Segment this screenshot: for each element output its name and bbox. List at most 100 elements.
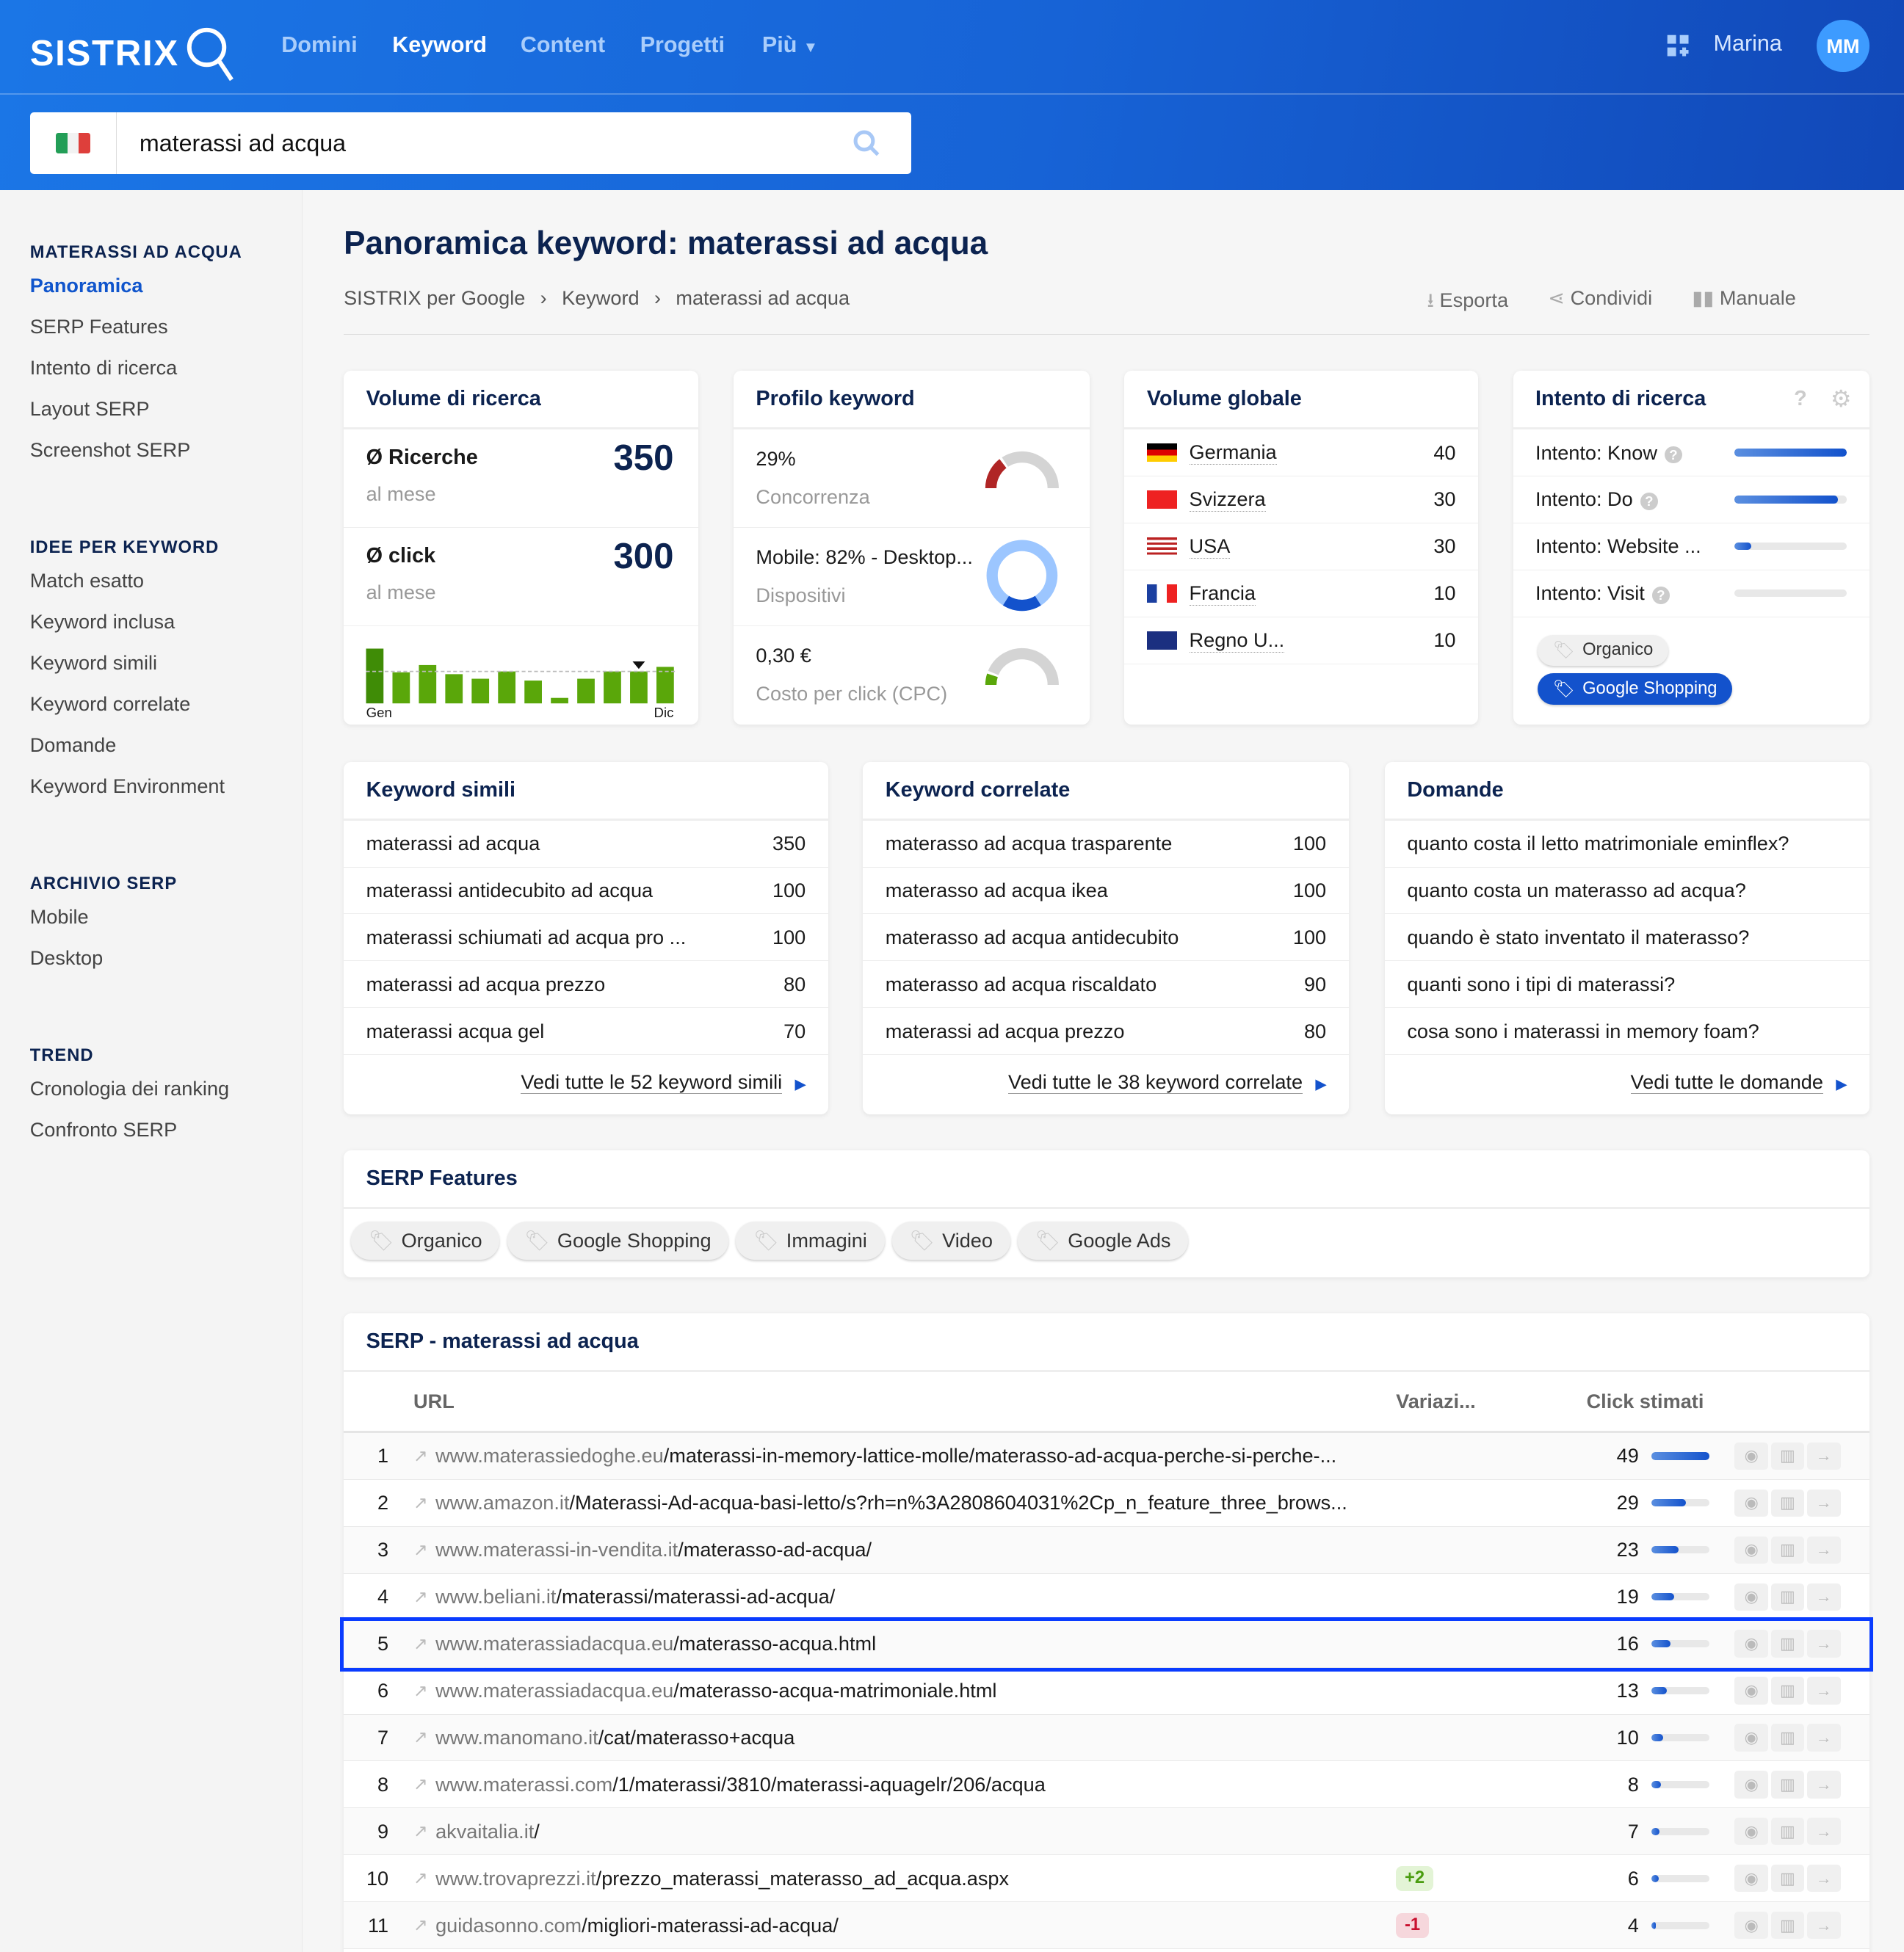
serp-row[interactable]: 6 ↗ www.materassiadacqua.eu/materasso-ac…: [344, 1668, 1869, 1715]
chart-icon[interactable]: ▥: [1770, 1630, 1805, 1658]
list-item[interactable]: quanto costa il letto matrimoniale eminf…: [1384, 821, 1869, 868]
eye-icon[interactable]: ◉: [1734, 1677, 1769, 1705]
nav-domini[interactable]: Domini: [281, 32, 357, 58]
search-input[interactable]: [117, 129, 852, 157]
volume-bar[interactable]: [551, 697, 569, 704]
see-all-link[interactable]: Vedi tutte le 38 keyword correlate ▶: [863, 1055, 1348, 1109]
serp-feature-chip[interactable]: 🏷︎ Organico: [351, 1221, 500, 1260]
list-item[interactable]: materasso ad acqua riscaldato 90: [863, 961, 1349, 1009]
result-url[interactable]: www.materassi-in-vendita.it/materasso-ad…: [435, 1538, 872, 1561]
result-url[interactable]: www.materassiadacqua.eu/materasso-acqua-…: [435, 1679, 996, 1702]
volume-bar[interactable]: [604, 671, 621, 704]
arrow-right-icon[interactable]: →: [1806, 1771, 1841, 1799]
external-link-icon[interactable]: ↗: [413, 1445, 428, 1467]
sidebar-item[interactable]: Layout SERP: [30, 397, 150, 421]
apps-grid-icon[interactable]: [1666, 34, 1691, 59]
nav-keyword[interactable]: Keyword: [392, 32, 487, 58]
eye-icon[interactable]: ◉: [1734, 1771, 1769, 1799]
column-url[interactable]: URL: [413, 1390, 455, 1413]
export-button[interactable]: ⭳ Esporta: [1427, 286, 1509, 320]
eye-icon[interactable]: ◉: [1734, 1630, 1769, 1658]
result-url[interactable]: www.amazon.it/Materassi-Ad-acqua-basi-le…: [435, 1491, 1347, 1514]
country-row[interactable]: Francia 10: [1124, 570, 1479, 617]
list-item[interactable]: materassi schiumati ad acqua pro ... 100: [344, 914, 828, 962]
volume-bar[interactable]: [630, 671, 648, 704]
serp-feature-chip[interactable]: 🏷︎ Google Shopping: [507, 1221, 729, 1260]
result-url[interactable]: akvaitalia.it/: [435, 1820, 540, 1843]
arrow-right-icon[interactable]: →: [1806, 1536, 1841, 1564]
serp-feature-chip[interactable]: 🏷︎ Video: [891, 1221, 1010, 1260]
breadcrumb-item[interactable]: Keyword: [562, 286, 640, 310]
volume-bar[interactable]: [577, 678, 595, 704]
sidebar-item[interactable]: Match esatto: [30, 569, 144, 592]
list-item[interactable]: materasso ad acqua trasparente 100: [863, 821, 1349, 868]
eye-icon[interactable]: ◉: [1734, 1865, 1769, 1893]
see-all-link[interactable]: Vedi tutte le domande ▶: [1385, 1055, 1869, 1109]
sidebar-item[interactable]: Confronto SERP: [30, 1118, 178, 1142]
sidebar-item[interactable]: Panoramica: [30, 274, 143, 297]
arrow-right-icon[interactable]: →: [1806, 1583, 1841, 1611]
arrow-right-icon[interactable]: →: [1806, 1630, 1841, 1658]
chart-icon[interactable]: ▥: [1770, 1771, 1805, 1799]
list-item[interactable]: materassi antidecubito ad acqua 100: [344, 868, 828, 915]
country-row[interactable]: USA 30: [1124, 523, 1479, 570]
help-icon[interactable]: ?: [1651, 587, 1670, 605]
country-row[interactable]: Regno U... 10: [1124, 617, 1479, 664]
list-item[interactable]: quando è stato inventato il materasso?: [1384, 914, 1869, 962]
arrow-right-icon[interactable]: →: [1806, 1677, 1841, 1705]
external-link-icon[interactable]: ↗: [413, 1727, 428, 1748]
breadcrumb-item[interactable]: SISTRIX per Google: [344, 286, 525, 310]
list-item[interactable]: materassi acqua gel 70: [344, 1008, 828, 1056]
eye-icon[interactable]: ◉: [1734, 1536, 1769, 1564]
volume-bar[interactable]: [524, 681, 543, 704]
list-item[interactable]: materasso ad acqua ikea 100: [863, 868, 1349, 915]
intent-tag[interactable]: 🏷︎ Google Shopping: [1538, 673, 1732, 705]
serp-row[interactable]: 2 ↗ www.amazon.it/Materassi-Ad-acqua-bas…: [344, 1480, 1869, 1527]
list-item[interactable]: quanto costa un materasso ad acqua?: [1384, 868, 1869, 915]
arrow-right-icon[interactable]: →: [1806, 1442, 1841, 1470]
volume-bar[interactable]: [445, 674, 463, 704]
serp-row[interactable]: 10 ↗ www.trovaprezzi.it/prezzo_materassi…: [344, 1855, 1869, 1903]
serp-feature-chip[interactable]: 🏷︎ Immagini: [736, 1221, 885, 1260]
nav-piu[interactable]: Più ▼: [762, 32, 818, 58]
sidebar-item[interactable]: Desktop: [30, 946, 104, 970]
chart-icon[interactable]: ▥: [1770, 1536, 1805, 1564]
result-url[interactable]: www.trovaprezzi.it/prezzo_materassi_mate…: [435, 1867, 1009, 1890]
chart-icon[interactable]: ▥: [1770, 1865, 1805, 1893]
eye-icon[interactable]: ◉: [1734, 1489, 1769, 1517]
help-icon[interactable]: ?: [1665, 446, 1682, 464]
result-url[interactable]: guidasonno.com/migliori-materassi-ad-acq…: [435, 1914, 839, 1937]
external-link-icon[interactable]: ↗: [413, 1915, 428, 1936]
eye-icon[interactable]: ◉: [1734, 1583, 1769, 1611]
nav-progetti[interactable]: Progetti: [640, 32, 725, 58]
arrow-right-icon[interactable]: →: [1806, 1865, 1841, 1893]
country-row[interactable]: Svizzera 30: [1124, 476, 1479, 523]
eye-icon[interactable]: ◉: [1734, 1818, 1769, 1846]
sidebar-item[interactable]: Domande: [30, 733, 117, 757]
serp-row[interactable]: 8 ↗ www.materassi.com/1/materassi/3810/m…: [344, 1761, 1869, 1809]
sidebar-item[interactable]: Screenshot SERP: [30, 438, 191, 462]
list-item[interactable]: materassi ad acqua prezzo 80: [344, 961, 828, 1009]
result-url[interactable]: www.manomano.it/cat/materasso+acqua: [435, 1726, 794, 1749]
list-item[interactable]: quanti sono i tipi di materassi?: [1384, 961, 1869, 1009]
sidebar-item[interactable]: Cronologia dei ranking: [30, 1077, 229, 1100]
external-link-icon[interactable]: ↗: [413, 1868, 428, 1889]
column-change[interactable]: Variazi...: [1396, 1390, 1476, 1413]
sidebar-item[interactable]: Keyword correlate: [30, 692, 191, 716]
result-url[interactable]: www.materassi.com/1/materassi/3810/mater…: [435, 1773, 1046, 1796]
eye-icon[interactable]: ◉: [1734, 1724, 1769, 1752]
list-item[interactable]: materasso ad acqua antidecubito 100: [863, 914, 1349, 962]
external-link-icon[interactable]: ↗: [413, 1774, 428, 1795]
sidebar-item[interactable]: SERP Features: [30, 315, 168, 338]
result-url[interactable]: www.materassiadacqua.eu/materasso-acqua.…: [435, 1632, 876, 1655]
volume-bar[interactable]: [392, 672, 410, 704]
arrow-right-icon[interactable]: →: [1806, 1489, 1841, 1517]
volume-bar[interactable]: [656, 667, 674, 704]
serp-row[interactable]: 4 ↗ www.beliani.it/materassi/materassi-a…: [344, 1574, 1869, 1621]
nav-content[interactable]: Content: [521, 32, 605, 58]
eye-icon[interactable]: ◉: [1734, 1442, 1769, 1470]
sidebar-item[interactable]: Keyword Environment: [30, 774, 225, 798]
external-link-icon[interactable]: ↗: [413, 1492, 428, 1514]
serp-row[interactable]: 7 ↗ www.manomano.it/cat/materasso+acqua …: [344, 1714, 1869, 1762]
list-item[interactable]: materassi ad acqua prezzo 80: [863, 1008, 1349, 1056]
